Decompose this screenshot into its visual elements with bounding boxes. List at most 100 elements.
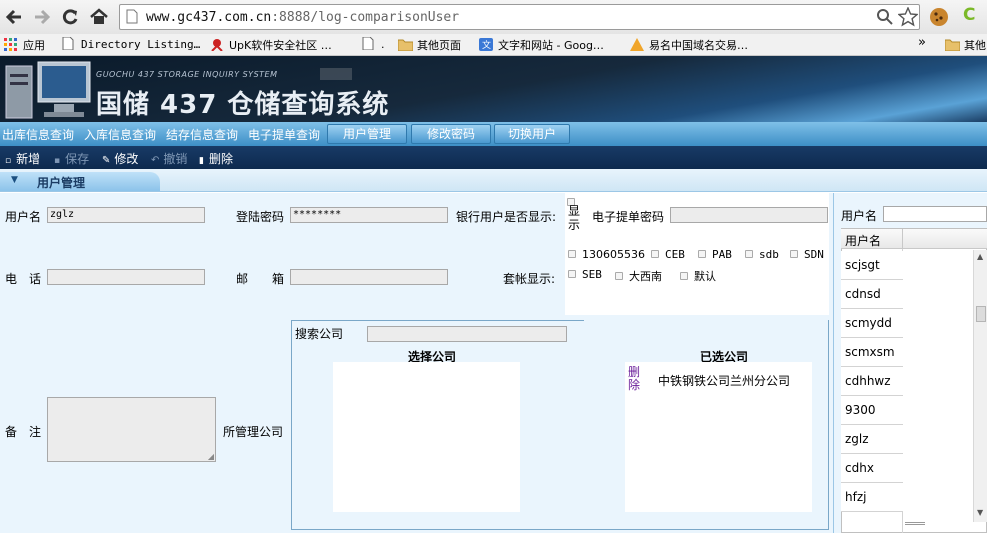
phone-input[interactable] xyxy=(47,269,205,285)
account-option-ceb[interactable]: CEB xyxy=(651,248,685,261)
username-label: 用户名 xyxy=(5,210,42,224)
user-table-column-username[interactable]: 用户名 xyxy=(845,232,881,249)
forward-icon[interactable] xyxy=(31,6,53,28)
managed-company-label: 所管理公司 xyxy=(223,425,284,439)
collapse-triangle-icon[interactable]: ▼ xyxy=(11,175,18,185)
account-option-daxinan[interactable]: 大西南 xyxy=(615,268,662,284)
available-companies-list[interactable] xyxy=(333,362,520,512)
phone-label: 电 话 xyxy=(5,272,42,286)
new-button[interactable]: ▫ 新增 xyxy=(5,150,40,167)
user-filter-input[interactable] xyxy=(883,206,987,222)
section-title: 用户管理 xyxy=(37,176,86,190)
user-row[interactable]: cdhhwz xyxy=(841,367,903,396)
scrollbar-thumb[interactable] xyxy=(976,306,986,322)
user-table-header: 用户名 xyxy=(841,229,987,249)
page-icon xyxy=(362,36,376,51)
address-bar[interactable]: www.gc437.com.cn:8888/log-comparisonUser xyxy=(119,4,920,30)
bookmark-translate[interactable]: 文文字和网站 - Goog… xyxy=(479,37,604,53)
scroll-down-icon[interactable]: ▼ xyxy=(977,508,983,517)
user-filter-label: 用户名 xyxy=(841,209,878,223)
ebill-password-label: 电子提单密码 xyxy=(592,210,665,224)
computer-logo-icon xyxy=(4,60,94,120)
account-show-label: 套帐显示: xyxy=(503,272,556,286)
account-option-sdb[interactable]: sdb xyxy=(745,248,779,261)
edit-icon: ✎ xyxy=(102,155,111,166)
account-option-pab[interactable]: PAB xyxy=(698,248,732,261)
new-icon: ▫ xyxy=(5,156,12,166)
search-company-input[interactable] xyxy=(367,326,567,342)
undo-button[interactable]: ↶ 撤销 xyxy=(151,150,187,167)
bookmark-other-folder[interactable]: 其他 xyxy=(944,37,986,53)
banner-dark-block xyxy=(320,68,352,80)
apps-grid-icon xyxy=(4,38,18,51)
user-row[interactable]: hfzj xyxy=(841,483,903,512)
url-text[interactable]: www.gc437.com.cn:8888/log-comparisonUser xyxy=(146,10,459,25)
banner-brand-small: GUOCHU 437 STORAGE INQUIRY SYSTEM xyxy=(96,70,278,79)
main-menu: 出库信息查询 入库信息查询 结存信息查询 电子提单查询 用户管理 修改密码 切换… xyxy=(0,122,987,146)
bank-show-option-label: 显示 xyxy=(568,204,581,232)
star-icon[interactable] xyxy=(897,6,919,30)
page-icon xyxy=(126,9,138,27)
user-row[interactable]: scmydd xyxy=(841,309,903,338)
trash-icon: ▮ xyxy=(199,156,204,166)
browser-toolbar: www.gc437.com.cn:8888/log-comparisonUser… xyxy=(0,0,987,34)
home-icon[interactable] xyxy=(88,6,110,28)
folder-icon xyxy=(944,38,961,52)
email-label: 邮 箱 xyxy=(236,272,285,286)
password-label: 登陆密码 xyxy=(236,210,285,224)
scroll-up-icon[interactable]: ▲ xyxy=(977,252,983,261)
selected-company-item: 中铁钢铁公司兰州分公司 xyxy=(658,374,791,388)
bookmarks-overflow[interactable]: » xyxy=(918,35,926,50)
remark-label: 备 注 xyxy=(5,425,42,439)
account-option-default[interactable]: 默认 xyxy=(680,268,716,284)
bank-show-label: 银行用户是否显示: xyxy=(456,210,557,224)
menu-switch-user[interactable]: 切换用户 xyxy=(494,124,570,144)
resize-handle-icon[interactable]: ◢ xyxy=(208,452,214,461)
reload-icon[interactable] xyxy=(59,6,81,28)
password-input[interactable]: ******** xyxy=(290,207,448,223)
section-tab[interactable]: ▼ 用户管理 xyxy=(0,172,160,191)
menu-inbound-query[interactable]: 入库信息查询 xyxy=(84,126,156,143)
bookmark-logo-icon xyxy=(210,38,224,52)
bookmark-other-pages[interactable]: 其他页面 xyxy=(397,37,461,53)
bookmark-dot[interactable]: . xyxy=(362,36,385,51)
menu-ebill-query[interactable]: 电子提单查询 xyxy=(248,126,320,143)
user-row[interactable]: cdnsd xyxy=(841,280,903,309)
bookmark-upk[interactable]: UpK软件安全社区 … xyxy=(210,37,332,53)
translate-icon: 文 xyxy=(479,38,493,51)
back-icon[interactable] xyxy=(3,6,25,28)
delete-button[interactable]: ▮ 删除 xyxy=(199,150,233,167)
svg-text:文: 文 xyxy=(482,39,491,51)
menu-inventory-query[interactable]: 结存信息查询 xyxy=(166,126,238,143)
remark-textarea[interactable]: ◢ xyxy=(47,397,216,462)
banner-title: 国储 437 仓储查询系统 xyxy=(96,90,390,120)
undo-icon: ↶ xyxy=(151,155,160,166)
account-option-130605536[interactable]: 130605536 xyxy=(568,248,645,261)
save-button[interactable]: ▪ 保存 xyxy=(54,150,89,167)
zoom-icon[interactable] xyxy=(877,9,893,28)
user-row[interactable]: scmxsm xyxy=(841,338,903,367)
account-option-seb[interactable]: SEB xyxy=(568,268,602,281)
email-input[interactable] xyxy=(290,269,448,285)
menu-change-password[interactable]: 修改密码 xyxy=(411,124,491,144)
user-row[interactable]: scjsgt xyxy=(841,251,903,280)
bookmarks-bar: 应用 Directory Listing… UpK软件安全社区 … . 其他页面… xyxy=(0,34,987,56)
menu-outbound-query[interactable]: 出库信息查询 xyxy=(2,126,74,143)
resize-grip-icon[interactable] xyxy=(905,522,925,525)
account-option-sdn[interactable]: SDN xyxy=(790,248,824,261)
page-icon xyxy=(62,36,76,51)
menu-user-management[interactable]: 用户管理 xyxy=(327,124,407,144)
user-row[interactable]: 9300 xyxy=(841,396,903,425)
ebill-password-input[interactable] xyxy=(670,207,828,223)
bookmark-ename[interactable]: 易名中国域名交易… xyxy=(630,37,748,53)
edit-button[interactable]: ✎ 修改 xyxy=(102,150,138,167)
remove-company-link[interactable]: 删除 xyxy=(628,366,641,392)
user-list-scrollbar[interactable]: ▲ ▼ xyxy=(973,250,987,522)
extension-c-icon[interactable]: C xyxy=(963,5,975,25)
bookmark-apps[interactable]: 应用 xyxy=(4,37,45,53)
user-row[interactable]: cdhx xyxy=(841,454,903,483)
user-row[interactable]: zglz xyxy=(841,425,903,454)
cookie-extension-icon[interactable] xyxy=(929,7,949,30)
username-input[interactable]: zglz xyxy=(47,207,205,223)
bookmark-directory-listing[interactable]: Directory Listing… xyxy=(62,36,200,51)
